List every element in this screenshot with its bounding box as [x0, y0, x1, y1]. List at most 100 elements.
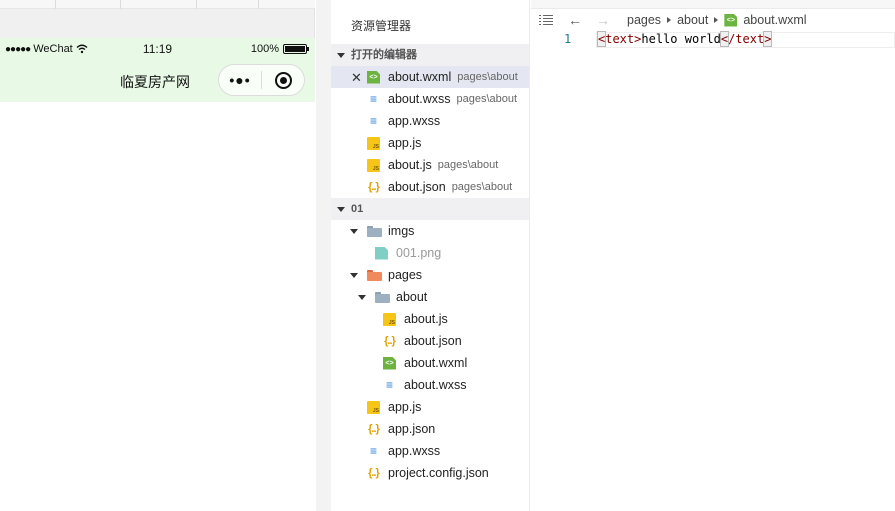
open-editor-path: pages\about [457, 71, 518, 83]
wxss-file-icon: ≡ [369, 92, 377, 106]
open-editor-item[interactable]: ✕ <> about.wxml pages\about [331, 66, 529, 88]
close-icon[interactable]: ✕ [351, 70, 362, 86]
tree-folder-label: pages [388, 268, 423, 282]
wxml-file-icon: <> [724, 13, 738, 27]
menu-capsule: •●• [218, 64, 305, 96]
tree-file-label: app.js [388, 400, 422, 414]
js-file-icon: JS [383, 312, 396, 326]
code-line[interactable]: 1 <text>hello world</text> [531, 31, 895, 48]
json-file-icon: {..} [368, 423, 380, 435]
breadcrumb-item[interactable]: pages [627, 13, 661, 27]
tree-file-app-js[interactable]: JS app.js [331, 396, 529, 418]
json-file-icon: {..} [368, 181, 380, 193]
editor-panel: ← → pages about <> about.wxml 1 < text > he… [531, 0, 895, 511]
explorer-title: 资源管理器 [351, 19, 412, 33]
editor-tab-strip [531, 0, 895, 9]
tree-folder-about[interactable]: about [331, 286, 529, 308]
forward-arrow-icon[interactable]: → [596, 12, 610, 28]
open-editor-path: pages\about [456, 93, 518, 105]
tree-folder-imgs[interactable]: imgs [331, 220, 529, 242]
wxml-file-icon: <> [367, 70, 380, 84]
list-icon[interactable] [539, 15, 553, 26]
chevron-down-icon [350, 228, 358, 234]
open-editor-name: about.json [388, 180, 446, 194]
tree-file-label: about.json [404, 334, 462, 348]
tree-file-label: about.wxss [404, 378, 467, 392]
panel-gutter[interactable] [316, 0, 331, 511]
wxss-file-icon: ≡ [385, 378, 393, 392]
tree-file-label: about.js [404, 312, 448, 326]
open-editor-path: pages\about [437, 159, 499, 171]
open-editor-name: about.wxml [388, 70, 452, 84]
project-label: 01 [351, 203, 364, 215]
tree-file-about-js[interactable]: JS about.js [331, 308, 529, 330]
tree-file-project-config[interactable]: {..} project.config.json [331, 462, 529, 484]
chevron-down-icon [337, 206, 345, 212]
chevron-right-icon [714, 17, 719, 23]
tree-file-about-wxss[interactable]: ≡ about.wxss [331, 374, 529, 396]
tree-file-about-json[interactable]: {..} about.json [331, 330, 529, 352]
folder-icon [375, 291, 390, 304]
navigation-bar: 临夏房产网 •●• [0, 62, 315, 102]
close-tag-bracket: < [719, 31, 730, 47]
open-editor-path: pages\about [451, 181, 513, 193]
breadcrumb-item[interactable]: about.wxml [743, 13, 806, 27]
battery-percent: 100% [250, 43, 279, 55]
wxss-file-icon: ≡ [369, 114, 377, 128]
open-editor-item[interactable]: JS app.js [331, 132, 529, 154]
tree-file-about-wxml[interactable]: <> about.wxml [331, 352, 529, 374]
js-file-icon: JS [367, 136, 380, 150]
tree-file-label: project.config.json [388, 466, 489, 480]
breadcrumb-item[interactable]: about [677, 13, 708, 27]
open-editor-name: about.js [388, 158, 432, 172]
chevron-down-icon [337, 52, 345, 58]
tree-file-app-wxss[interactable]: ≡ app.wxss [331, 440, 529, 462]
explorer-panel: 资源管理器 打开的编辑器 ✕ <> about.wxml pages\about… [331, 0, 530, 511]
tree-folder-pages[interactable]: pages [331, 264, 529, 286]
folder-icon [367, 269, 382, 282]
image-file-icon [375, 246, 388, 260]
open-editor-item[interactable]: {..} about.json pages\about [331, 176, 529, 198]
open-editor-item[interactable]: ≡ app.wxss [331, 110, 529, 132]
close-miniprogram-button[interactable] [262, 71, 304, 89]
tree-file-png[interactable]: 001.png [331, 242, 529, 264]
tree-file-label: about.wxml [404, 356, 468, 370]
simulator-panel: ●●●●● WeChat 11:19 100% 临夏房产网 •●• [0, 0, 315, 511]
text-content: hello world [641, 32, 721, 46]
chevron-right-icon [667, 17, 672, 23]
json-file-icon: {..} [368, 467, 380, 479]
js-file-icon: JS [367, 400, 380, 414]
battery-icon [283, 44, 309, 54]
tree-folder-label: about [396, 290, 428, 304]
chevron-down-icon [358, 294, 366, 300]
breadcrumb: pages about <> about.wxml [627, 13, 807, 27]
open-editor-name: about.wxss [388, 92, 451, 106]
close-tag-end: > [763, 31, 773, 47]
code-content[interactable]: <text>hello world</text> [596, 31, 773, 47]
wxml-file-icon: <> [383, 356, 396, 370]
js-file-icon: JS [367, 158, 380, 172]
more-button[interactable]: •●• [219, 72, 261, 88]
open-tag-name: text [605, 32, 635, 46]
tree-folder-label: imgs [388, 224, 415, 238]
line-number: 1 [564, 32, 572, 46]
folder-icon [367, 225, 382, 238]
tree-file-label: 001.png [396, 246, 442, 260]
open-editors-label: 打开的编辑器 [351, 49, 417, 61]
back-arrow-icon[interactable]: ← [568, 12, 582, 28]
open-editor-name: app.wxss [388, 114, 441, 128]
status-bar: ●●●●● WeChat 11:19 100% [0, 38, 315, 62]
close-tag-name: /text [728, 32, 765, 46]
ide-window: ●●●●● WeChat 11:19 100% 临夏房产网 •●• 资源管理器 … [0, 0, 895, 511]
project-header[interactable]: 01 [331, 198, 529, 220]
wxss-file-icon: ≡ [369, 444, 377, 458]
open-editor-item[interactable]: JS about.js pages\about [331, 154, 529, 176]
open-editors-header[interactable]: 打开的编辑器 [331, 44, 529, 66]
chevron-down-icon [350, 272, 358, 278]
json-file-icon: {..} [384, 335, 396, 347]
open-editor-name: app.js [388, 136, 422, 150]
phone-screen: ●●●●● WeChat 11:19 100% 临夏房产网 •●• [0, 38, 315, 511]
tree-file-app-json[interactable]: {..} app.json [331, 418, 529, 440]
open-editor-item[interactable]: ≡ about.wxss pages\about [331, 88, 529, 110]
editor-breadcrumb-bar: ← → pages about <> about.wxml [531, 10, 895, 32]
